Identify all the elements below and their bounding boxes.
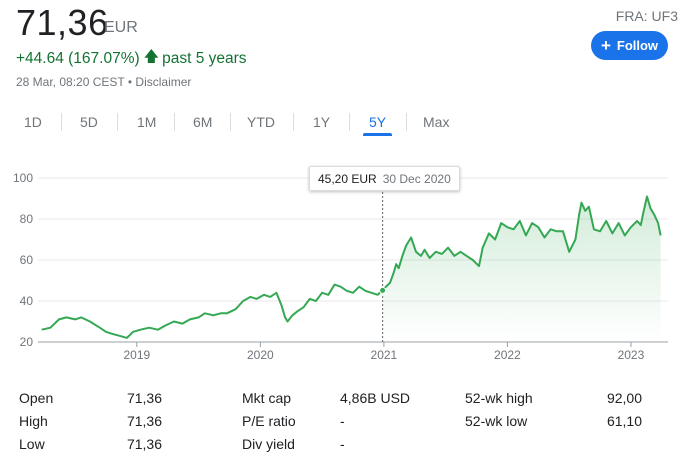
plus-icon: +	[600, 35, 611, 55]
follow-label: Follow	[616, 38, 659, 53]
arrow-up-icon: 🡅	[143, 48, 160, 65]
y-tick-label: 80	[20, 212, 34, 226]
y-tick-label: 60	[20, 253, 34, 267]
stat-label-52wk-low: 52-wk low	[465, 413, 528, 429]
range-tab-label: 1D	[24, 114, 42, 130]
y-tick-label: 40	[20, 294, 34, 308]
change-period: past 5 years	[162, 49, 247, 67]
x-tick-label: 2023	[618, 348, 645, 362]
stat-label-div-yield: Div yield	[242, 436, 295, 452]
x-tick-label: 2021	[371, 348, 398, 362]
x-tick-label: 2022	[494, 348, 521, 362]
price-chart[interactable]: 20 40 60 80 100 2019 2020 2021 2022 2023	[0, 160, 700, 370]
range-tab-5y[interactable]: 5Y	[362, 108, 393, 136]
range-tab-label: YTD	[247, 114, 275, 130]
price-currency: EUR	[104, 19, 138, 36]
range-divider	[61, 113, 62, 131]
change-amount: +44.64 (167.07%)	[16, 49, 140, 67]
range-tab-label: 1M	[137, 114, 157, 130]
x-tick-label: 2020	[247, 348, 274, 362]
range-divider	[174, 113, 175, 131]
meta-separator: •	[127, 75, 133, 89]
stat-value-pe-ratio: -	[340, 413, 345, 429]
range-divider	[406, 113, 407, 131]
stat-value-mkt-cap: 4,86B USD	[340, 390, 411, 406]
range-divider	[230, 113, 231, 131]
tooltip-value: 45,20 EUR	[318, 171, 377, 186]
range-tab-max[interactable]: Max	[423, 108, 449, 136]
stat-value-low: 71,36	[126, 436, 162, 452]
range-divider	[293, 113, 294, 131]
x-tick-label: 2019	[123, 348, 150, 362]
quote-meta: 28 Mar, 08:20 CEST • Disclaimer	[16, 75, 191, 89]
stat-value-high: 71,36	[126, 413, 162, 429]
stat-label-open: Open	[19, 390, 54, 406]
stat-label-mkt-cap: Mkt cap	[242, 390, 292, 406]
tooltip-date: 30 Dec 2020	[382, 171, 451, 186]
range-tab-6m[interactable]: 6M	[193, 108, 212, 136]
exchange-ticker: FRA: UF3	[615, 8, 678, 24]
range-divider	[349, 113, 350, 131]
y-tick-label: 100	[13, 171, 33, 185]
range-tab-label: 5D	[80, 114, 98, 130]
stat-label-low: Low	[19, 436, 45, 452]
range-tab-label: 6M	[193, 114, 213, 130]
range-divider	[117, 113, 118, 131]
range-tab-5d[interactable]: 5D	[80, 108, 98, 136]
range-tab-ytd[interactable]: YTD	[247, 108, 275, 136]
range-tab-1m[interactable]: 1M	[137, 108, 156, 136]
range-tab-label: 1Y	[313, 114, 331, 130]
disclaimer-link[interactable]: Disclaimer	[135, 75, 191, 89]
chart-area-fill	[382, 196, 661, 342]
hover-point	[379, 286, 387, 294]
stat-value-open: 71,36	[126, 390, 162, 406]
range-tab-1y[interactable]: 1Y	[313, 108, 330, 136]
quote-timestamp: 28 Mar, 08:20 CEST	[16, 75, 125, 89]
price-value: 71,36	[16, 2, 109, 43]
range-tab-1d[interactable]: 1D	[24, 108, 42, 136]
stat-value-52wk-high: 92,00	[606, 390, 642, 406]
stat-label-pe-ratio: P/E ratio	[242, 413, 296, 429]
y-tick-label: 20	[20, 335, 34, 349]
stat-value-div-yield: -	[340, 436, 345, 452]
stat-value-52wk-low: 61,10	[606, 413, 642, 429]
follow-button[interactable]: + Follow	[591, 31, 668, 60]
price-change: +44.64 (167.07%) 🡅 past 5 years	[16, 46, 247, 71]
range-tab-label: 5Y	[369, 114, 387, 130]
chart-tooltip: 45,20 EUR 30 Dec 2020	[309, 166, 460, 191]
stat-label-52wk-high: 52-wk high	[465, 390, 533, 406]
stat-label-high: High	[19, 413, 48, 429]
range-tab-label: Max	[423, 114, 450, 130]
